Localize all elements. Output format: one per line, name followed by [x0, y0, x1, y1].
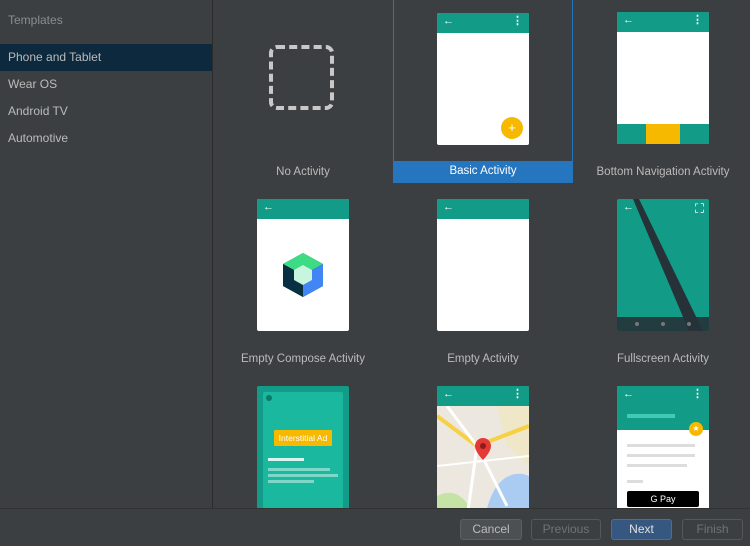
tile-google-pay[interactable]: ← ⋮ ★ G Pay: [573, 374, 750, 508]
tile-label: Empty Compose Activity: [241, 353, 365, 365]
phone-preview: Interstitial Ad: [257, 386, 349, 508]
wizard-footer: Cancel Previous Next Finish: [0, 508, 750, 546]
star-badge-icon: ★: [689, 422, 703, 436]
tile-interstitial-ad[interactable]: Interstitial Ad: [213, 374, 393, 508]
overflow-menu-icon: ⋮: [512, 15, 523, 27]
phone-preview: ← ⋮: [437, 386, 529, 508]
dashed-placeholder-icon: [269, 45, 334, 110]
app-bar: ← ⋮: [437, 13, 529, 33]
tile-label: Basic Activity: [394, 161, 572, 182]
tile-empty-compose[interactable]: ← Empty Compose Activity: [213, 187, 393, 373]
sidebar-item-wear-os[interactable]: Wear OS: [0, 71, 212, 98]
tile-label: Fullscreen Activity: [616, 353, 710, 365]
fab-plus-icon: +: [501, 117, 523, 139]
templates-header: Templates: [8, 13, 63, 27]
content-line: [627, 480, 643, 483]
sidebar-item-automotive[interactable]: Automotive: [0, 125, 212, 152]
app-bar: ← ⋮: [617, 12, 709, 32]
diagonal-divider: [617, 199, 709, 331]
tile-no-activity[interactable]: No Activity: [213, 0, 393, 186]
tile-bottom-navigation[interactable]: ← ⋮ Bottom Navigation Activity: [573, 0, 750, 186]
phone-preview: ← ⋮ +: [437, 13, 529, 145]
tile-label: Empty Activity: [447, 353, 519, 365]
previous-button[interactable]: Previous: [531, 519, 601, 540]
ad-text-line: [268, 474, 338, 477]
template-gallery: No Activity ← ⋮ + Basic Activity ← ⋮ Bot…: [213, 0, 750, 508]
tile-basic-activity[interactable]: ← ⋮ + Basic Activity: [393, 0, 573, 183]
camera-dot: [266, 395, 272, 401]
back-arrow-icon: ←: [443, 201, 454, 213]
overflow-menu-icon: ⋮: [692, 388, 703, 400]
header-title-line: [627, 414, 675, 418]
app-bar: ← ⋮: [437, 386, 529, 406]
ad-text-line: [268, 468, 330, 471]
interstitial-ad-badge: Interstitial Ad: [274, 430, 332, 446]
sidebar-item-phone-tablet[interactable]: Phone and Tablet: [0, 44, 212, 71]
phone-preview: ← ⛶: [617, 199, 709, 331]
map-pin-icon: [475, 438, 491, 460]
ad-card: Interstitial Ad: [263, 392, 343, 508]
back-arrow-icon: ←: [623, 388, 634, 400]
back-arrow-icon: ←: [263, 201, 274, 213]
back-arrow-icon: ←: [623, 201, 634, 213]
overflow-menu-icon: ⋮: [692, 14, 703, 26]
jetpack-compose-logo-icon: [283, 253, 323, 297]
bottom-nav-bar: [617, 124, 709, 144]
ad-text-line: [268, 480, 314, 483]
bottom-nav-selected-item: [646, 124, 680, 144]
phone-preview: ←: [257, 199, 349, 331]
tile-label: Bottom Navigation Activity: [596, 166, 730, 178]
tile-label: No Activity: [276, 166, 330, 178]
app-bar: ←: [437, 199, 529, 219]
content-line: [627, 444, 695, 447]
next-button[interactable]: Next: [611, 519, 672, 540]
templates-sidebar: Templates Phone and Tablet Wear OS Andro…: [0, 0, 213, 508]
fullscreen-expand-icon: ⛶: [694, 201, 704, 216]
phone-preview: ← ⋮: [617, 12, 709, 144]
sidebar-item-android-tv[interactable]: Android TV: [0, 98, 212, 125]
tile-empty-activity[interactable]: ← Empty Activity: [393, 187, 573, 373]
app-bar: ←: [257, 199, 349, 219]
phone-preview: ←: [437, 199, 529, 331]
phone-preview: ← ⋮ ★ G Pay: [617, 386, 709, 508]
finish-button[interactable]: Finish: [682, 519, 743, 540]
back-arrow-icon: ←: [443, 15, 454, 27]
content-line: [627, 464, 687, 467]
ad-text-line: [268, 458, 304, 461]
gpay-button: G Pay: [627, 491, 699, 507]
back-arrow-icon: ←: [623, 14, 634, 26]
overflow-menu-icon: ⋮: [512, 388, 523, 400]
tile-google-maps[interactable]: ← ⋮: [393, 374, 573, 508]
cancel-button[interactable]: Cancel: [460, 519, 522, 540]
tile-fullscreen[interactable]: ← ⛶ Fullscreen Activity: [573, 187, 750, 373]
back-arrow-icon: ←: [443, 388, 454, 400]
content-line: [627, 454, 695, 457]
